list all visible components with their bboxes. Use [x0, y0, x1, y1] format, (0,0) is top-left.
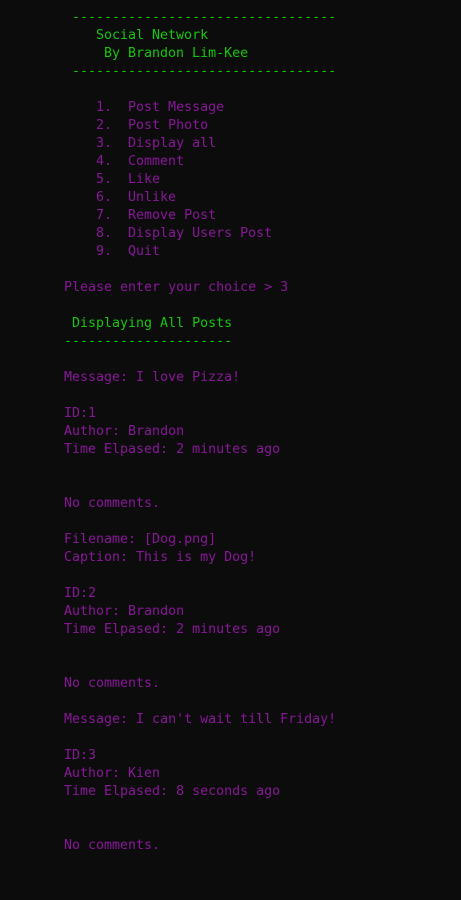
post-author: Author: Kien	[64, 766, 161, 781]
menu-item-label: Quit	[128, 244, 161, 259]
post-author: Author: Brandon	[64, 604, 185, 619]
post-id: ID:3	[64, 748, 97, 763]
post-comments: No comments.	[64, 676, 161, 691]
menu-item-quit: 9. Quit	[96, 243, 160, 261]
menu-item-label: Post Message	[128, 100, 225, 115]
menu-item-unlike: 6. Unlike	[96, 189, 176, 207]
menu-item-display-all: 3. Display all	[96, 135, 216, 153]
section-title: Displaying All Posts	[72, 316, 233, 331]
menu-item-number: 6.	[96, 190, 113, 205]
menu-item-number: 7.	[96, 208, 113, 223]
menu-item-label: Comment	[128, 154, 185, 169]
menu-item-number: 9.	[96, 244, 113, 259]
menu-item-label: Display Users Post	[128, 226, 273, 241]
menu-item-remove-post: 7. Remove Post	[96, 207, 216, 225]
post-message: Message: I love Pizza!	[64, 370, 241, 385]
post-comments: No comments.	[64, 838, 161, 853]
prompt-text: Please enter your choice >	[64, 280, 273, 295]
post-author: Author: Brandon	[64, 424, 185, 439]
console-window: --------------------------------- Social…	[0, 0, 461, 900]
menu-item-display-users-post: 8. Display Users Post	[96, 225, 272, 243]
app-author: By Brandon Lim-Kee	[104, 46, 249, 61]
menu-item-post-message: 1. Post Message	[96, 99, 224, 117]
app-title: Social Network	[96, 28, 209, 43]
header-rule-top: ---------------------------------	[72, 10, 337, 25]
menu-item-label: Post Photo	[128, 118, 209, 133]
post-time: Time Elpased: 8 seconds ago	[64, 784, 281, 799]
post-id: ID:2	[64, 586, 97, 601]
post-filename: Filename: [Dog.png]	[64, 532, 217, 547]
menu-item-label: Display all	[128, 136, 217, 151]
header-rule-bottom: ---------------------------------	[72, 64, 337, 79]
post-comments: No comments.	[64, 496, 161, 511]
menu-item-number: 3.	[96, 136, 113, 151]
post-message: Message: I can't wait till Friday!	[64, 712, 337, 727]
post-time: Time Elpased: 2 minutes ago	[64, 442, 281, 457]
menu-item-label: Remove Post	[128, 208, 217, 223]
post-id: ID:1	[64, 406, 97, 421]
menu-item-label: Like	[128, 172, 161, 187]
menu-item-post-photo: 2. Post Photo	[96, 117, 208, 135]
menu-item-like: 5. Like	[96, 171, 160, 189]
menu-item-number: 4.	[96, 154, 113, 169]
post-time: Time Elpased: 2 minutes ago	[64, 622, 281, 637]
menu-item-number: 5.	[96, 172, 113, 187]
menu-item-number: 8.	[96, 226, 113, 241]
post-caption: Caption: This is my Dog!	[64, 550, 257, 565]
menu-item-number: 2.	[96, 118, 113, 133]
section-rule: ---------------------	[64, 334, 233, 349]
choice-prompt[interactable]: Please enter your choice > 3	[64, 279, 288, 297]
menu-item-label: Unlike	[128, 190, 177, 205]
menu-item-comment: 4. Comment	[96, 153, 184, 171]
menu-item-number: 1.	[96, 100, 113, 115]
prompt-input[interactable]: 3	[280, 280, 288, 295]
